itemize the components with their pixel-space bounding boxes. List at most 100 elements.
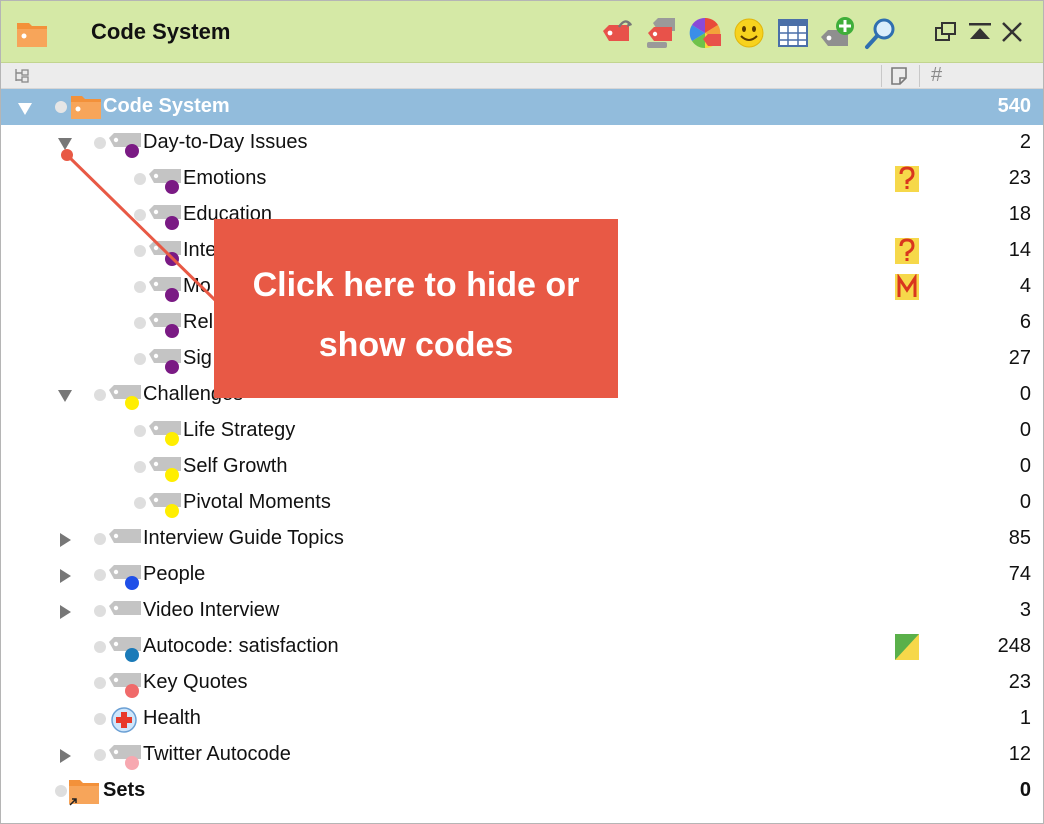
tree-row[interactable]: Life Strategy 0 [1,413,1043,449]
tree-row[interactable]: Autocode: satisfaction 248 [1,629,1043,665]
tree-row-label: Self Growth [183,455,288,477]
tree-row[interactable]: Pivotal Moments 0 [1,485,1043,521]
memo-green-icon[interactable] [895,634,919,660]
tree-row-label: Video Interview [143,599,280,621]
tag-arrow-icon[interactable] [599,15,635,51]
memo-m-icon[interactable] [895,274,919,300]
tree-row-count: 1 [1019,707,1031,729]
activation-dot[interactable] [134,353,146,365]
tree-row-count: 23 [1008,167,1031,189]
tree-row[interactable]: Video Interview 3 [1,593,1043,629]
code-tag-icon[interactable] [109,563,145,591]
code-tag-icon[interactable] [149,311,185,339]
smiley-icon[interactable] [731,15,767,51]
tree-row-count: 12 [1008,743,1031,765]
code-tag-icon[interactable] [149,347,185,375]
activation-dot[interactable] [94,389,106,401]
color-wheel-icon[interactable] [687,15,723,51]
memo-column-icon[interactable] [889,66,909,86]
tree-row-count: 23 [1008,671,1031,693]
tree-row-count: 0 [1019,491,1031,513]
count-column-header[interactable]: # [931,64,942,87]
expand-toggle-icon[interactable] [57,604,73,620]
activation-dot[interactable] [55,101,67,113]
callout-line-1: Click here to hide or [252,266,580,304]
close-icon[interactable] [999,19,1025,45]
tag-plus-icon[interactable] [819,15,855,51]
activation-dot[interactable] [134,209,146,221]
activation-dot[interactable] [134,281,146,293]
code-tag-icon[interactable] [149,167,185,195]
activation-dot[interactable] [94,677,106,689]
activation-dot[interactable] [94,137,106,149]
code-tag-icon[interactable] [109,383,145,411]
code-tag-icon[interactable] [149,239,185,267]
column-separator [881,65,882,87]
sets-label: Sets [103,779,146,801]
tree-row-count: 18 [1008,203,1031,225]
tree-row[interactable]: Self Growth 0 [1,449,1043,485]
activation-dot[interactable] [134,461,146,473]
tree-row-label: Emotions [183,167,267,189]
activation-dot[interactable] [55,785,67,797]
code-tag-icon[interactable] [109,743,145,771]
activation-dot[interactable] [134,173,146,185]
tree-row-count: 0 [1019,419,1031,441]
health-icon[interactable] [109,707,145,735]
expand-toggle-icon[interactable] [57,532,73,548]
tree-row-count: 3 [1019,599,1031,621]
column-separator [919,65,920,87]
activation-dot[interactable] [94,533,106,545]
code-tag-icon[interactable] [149,203,185,231]
memo-question-icon[interactable] [895,238,919,264]
tree-row-count: 27 [1008,347,1031,369]
tree-row-label: Interview Guide Topics [143,527,344,549]
activation-dot[interactable] [94,605,106,617]
code-tag-icon[interactable] [109,635,145,663]
expand-toggle-icon[interactable] [57,568,73,584]
collapse-icon[interactable] [967,19,993,45]
activation-dot[interactable] [94,569,106,581]
code-tag-icon[interactable] [109,527,145,555]
tree-root-row[interactable]: Code System 540 [1,89,1043,125]
help-callout: Click here to hide or show codes [214,219,618,398]
tree-row[interactable]: Twitter Autocode 12 [1,737,1043,773]
code-tag-icon[interactable] [149,455,185,483]
memo-question-icon[interactable] [895,166,919,192]
tags-icon[interactable] [643,15,679,51]
expand-toggle-icon[interactable] [17,101,33,117]
table-grid-icon[interactable] [775,15,811,51]
code-tag-icon[interactable] [109,599,145,627]
collapse-toggle-icon[interactable] [57,388,73,404]
tree-row[interactable]: Interview Guide Topics 85 [1,521,1043,557]
tree-row-count: 0 [1019,383,1031,405]
tree-row[interactable]: Key Quotes 23 [1,665,1043,701]
undock-icon[interactable] [933,19,959,45]
activation-dot[interactable] [134,245,146,257]
expand-toggle-icon[interactable] [57,748,73,764]
activation-dot[interactable] [134,497,146,509]
code-tag-icon[interactable] [149,275,185,303]
code-tag-icon[interactable] [109,671,145,699]
tree-row[interactable]: Health 1 [1,701,1043,737]
magnifier-icon[interactable] [863,15,899,51]
activation-dot[interactable] [94,641,106,653]
tree-row-label: Rel [183,311,214,333]
tree-structure-icon[interactable] [13,67,31,85]
activation-dot[interactable] [134,317,146,329]
tree-row[interactable]: Emotions 23 [1,161,1043,197]
tree-row-label: Pivotal Moments [183,491,331,513]
code-tag-icon[interactable] [109,131,145,159]
code-tag-icon[interactable] [149,491,185,519]
tree-root-count: 540 [997,95,1031,117]
tree-row[interactable]: People 74 [1,557,1043,593]
activation-dot[interactable] [94,749,106,761]
activation-dot[interactable] [94,713,106,725]
tree-row-label: People [143,563,206,585]
sets-row[interactable]: Sets 0 [1,773,1043,809]
collapse-toggle-icon[interactable] [57,136,73,152]
activation-dot[interactable] [134,425,146,437]
code-tag-icon[interactable] [149,419,185,447]
callout-line-2: show codes [318,326,514,364]
tree-row[interactable]: Day-to-Day Issues 2 [1,125,1043,161]
